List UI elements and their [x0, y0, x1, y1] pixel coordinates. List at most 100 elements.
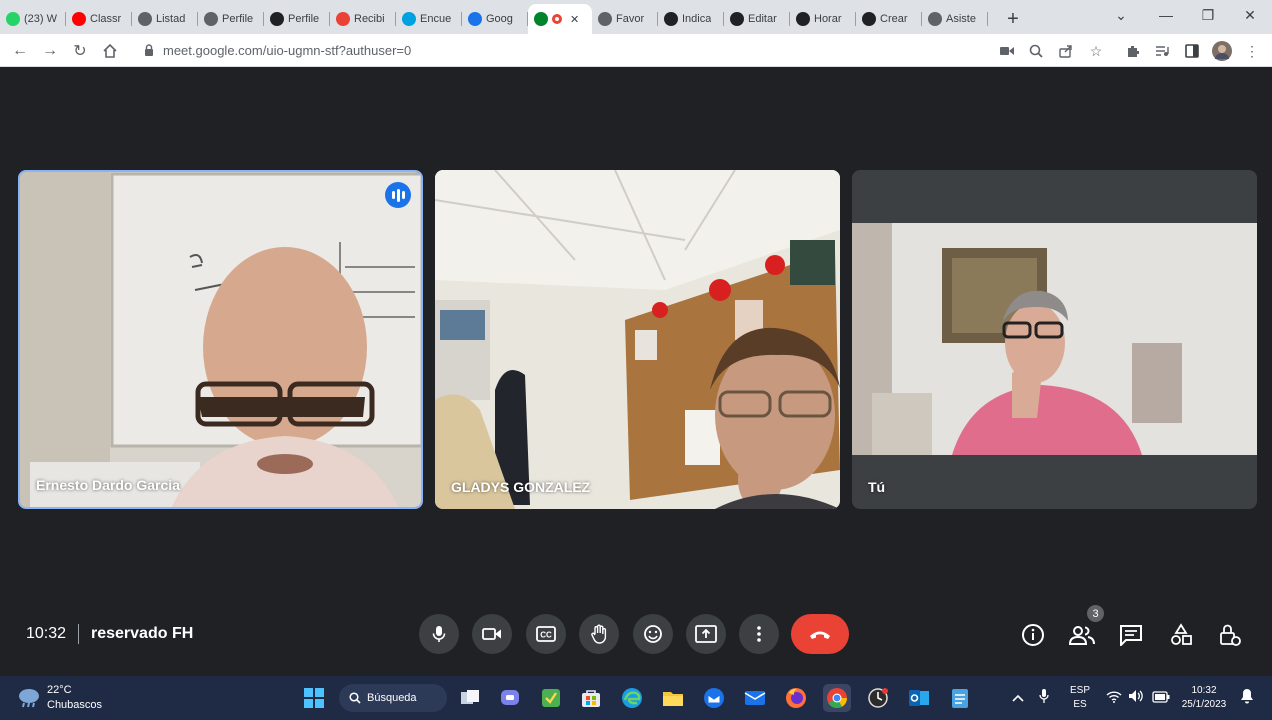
- browser-menu-icon[interactable]: ⋮: [1240, 39, 1264, 63]
- widgets-app-icon[interactable]: [537, 684, 565, 712]
- screen-recorder-icon[interactable]: [864, 684, 892, 712]
- store-icon[interactable]: [577, 684, 605, 712]
- media-control-icon[interactable]: [1150, 39, 1174, 63]
- participant-tile-2[interactable]: GLADYS GONZALEZ: [435, 170, 840, 509]
- forward-icon[interactable]: →: [38, 39, 62, 63]
- meet-icon: [534, 12, 548, 26]
- tab-label: Crear: [880, 13, 908, 25]
- browser-tab[interactable]: Crear: [856, 4, 922, 34]
- volume-icon[interactable]: [1128, 689, 1144, 708]
- browser-toolbar: ← → ↻ meet.google.com/uio-ugmn-stf?authu…: [0, 34, 1272, 67]
- search-label: Búsqueda: [367, 692, 417, 704]
- tab-label: Favor: [616, 13, 645, 25]
- language-indicator[interactable]: ESP ES: [1066, 684, 1094, 712]
- browser-tab[interactable]: (23) W: [0, 4, 66, 34]
- start-button[interactable]: [300, 684, 328, 712]
- tab-search-icon[interactable]: ⌄: [1100, 0, 1142, 30]
- leave-call-button[interactable]: [791, 614, 849, 654]
- app-icon: [270, 12, 284, 26]
- home-icon[interactable]: [98, 39, 122, 63]
- chat-button[interactable]: [1116, 620, 1146, 650]
- camera-indicator-icon[interactable]: [995, 39, 1019, 63]
- teams-chat-icon[interactable]: [496, 684, 524, 712]
- notepad-icon[interactable]: [946, 684, 974, 712]
- camera-button[interactable]: [472, 614, 512, 654]
- browser-tab[interactable]: Encue: [396, 4, 462, 34]
- participant-tile-1[interactable]: Ernesto Dardo Garcia: [18, 170, 423, 509]
- browser-tab[interactable]: Horar: [790, 4, 856, 34]
- people-icon: [1069, 626, 1095, 645]
- browser-tab[interactable]: ✕: [528, 4, 592, 34]
- chrome-icon[interactable]: [823, 684, 851, 712]
- activities-button[interactable]: [1166, 620, 1196, 650]
- thunderbird-icon[interactable]: [700, 684, 728, 712]
- close-tab-icon[interactable]: ✕: [570, 13, 579, 26]
- hang-up-icon: [810, 631, 830, 639]
- speaking-indicator-icon: [385, 182, 411, 208]
- reload-icon[interactable]: ↻: [68, 39, 92, 63]
- browser-tab[interactable]: Classr: [66, 4, 132, 34]
- taskbar-search[interactable]: Búsqueda: [339, 684, 447, 712]
- browser-tab[interactable]: Indica: [658, 4, 724, 34]
- participant-video-1: [20, 172, 421, 507]
- tab-label: Perfile: [288, 13, 320, 25]
- whatsapp-icon: [6, 12, 20, 26]
- new-tab-icon[interactable]: +: [998, 4, 1028, 34]
- app-icon: [664, 12, 678, 26]
- tab-label: Editar: [748, 13, 777, 25]
- browser-tab[interactable]: Favor: [592, 4, 658, 34]
- extensions-icon[interactable]: [1121, 39, 1145, 63]
- bookmark-star-icon[interactable]: ☆: [1084, 39, 1108, 63]
- people-button[interactable]: [1067, 620, 1097, 650]
- host-controls-button[interactable]: [1215, 620, 1245, 650]
- host-controls-icon: [1220, 624, 1241, 646]
- minimize-icon[interactable]: —: [1145, 0, 1187, 30]
- microphone-icon: [432, 626, 446, 642]
- close-window-icon[interactable]: ✕: [1229, 0, 1271, 30]
- restore-icon[interactable]: ❐: [1187, 0, 1229, 30]
- weather-icon[interactable]: [16, 686, 42, 713]
- battery-icon[interactable]: [1152, 690, 1170, 708]
- microphone-tray-icon[interactable]: [1038, 688, 1050, 709]
- browser-tab[interactable]: Perfile: [198, 4, 264, 34]
- share-icon[interactable]: [1054, 39, 1078, 63]
- wifi-icon[interactable]: [1106, 690, 1122, 708]
- raise-hand-button[interactable]: [579, 614, 619, 654]
- more-options-button[interactable]: [739, 614, 779, 654]
- back-icon[interactable]: ←: [8, 39, 32, 63]
- reactions-button[interactable]: [633, 614, 673, 654]
- notifications-icon[interactable]: [1240, 688, 1254, 709]
- meeting-details-button[interactable]: [1018, 620, 1048, 650]
- mail-icon[interactable]: [741, 684, 769, 712]
- participant-tile-3[interactable]: Tú: [852, 170, 1257, 509]
- task-view-icon[interactable]: [456, 684, 484, 712]
- browser-tab[interactable]: Editar: [724, 4, 790, 34]
- browser-tab[interactable]: Asiste: [922, 4, 988, 34]
- firefox-icon[interactable]: [782, 684, 810, 712]
- taskbar-clock[interactable]: 10:32 25/1/2023: [1174, 684, 1234, 712]
- edge-icon[interactable]: [618, 684, 646, 712]
- side-panel-icon[interactable]: [1180, 39, 1204, 63]
- browser-tab[interactable]: Perfile: [264, 4, 330, 34]
- svg-text:CC: CC: [540, 631, 552, 640]
- weather-temperature: 22°C: [47, 684, 72, 696]
- microphone-button[interactable]: [419, 614, 459, 654]
- app-icon: [796, 12, 810, 26]
- classroom-icon: [468, 12, 482, 26]
- app-icon: [862, 12, 876, 26]
- info-icon: [1022, 624, 1044, 646]
- address-bar[interactable]: meet.google.com/uio-ugmn-stf?authuser=0: [132, 37, 987, 64]
- tab-label: Perfile: [222, 13, 254, 25]
- present-screen-button[interactable]: [686, 614, 726, 654]
- file-explorer-icon[interactable]: [659, 684, 687, 712]
- show-hidden-icons[interactable]: [1012, 690, 1024, 708]
- outlook-icon[interactable]: [905, 684, 933, 712]
- tab-label: (23) W: [24, 13, 57, 25]
- browser-tab[interactable]: Listad: [132, 4, 198, 34]
- browser-tab[interactable]: Goog: [462, 4, 528, 34]
- windows-logo-icon: [304, 688, 324, 708]
- zoom-icon[interactable]: [1024, 39, 1048, 63]
- captions-button[interactable]: CC: [526, 614, 566, 654]
- browser-tab[interactable]: Recibi: [330, 4, 396, 34]
- profile-avatar[interactable]: [1210, 39, 1234, 63]
